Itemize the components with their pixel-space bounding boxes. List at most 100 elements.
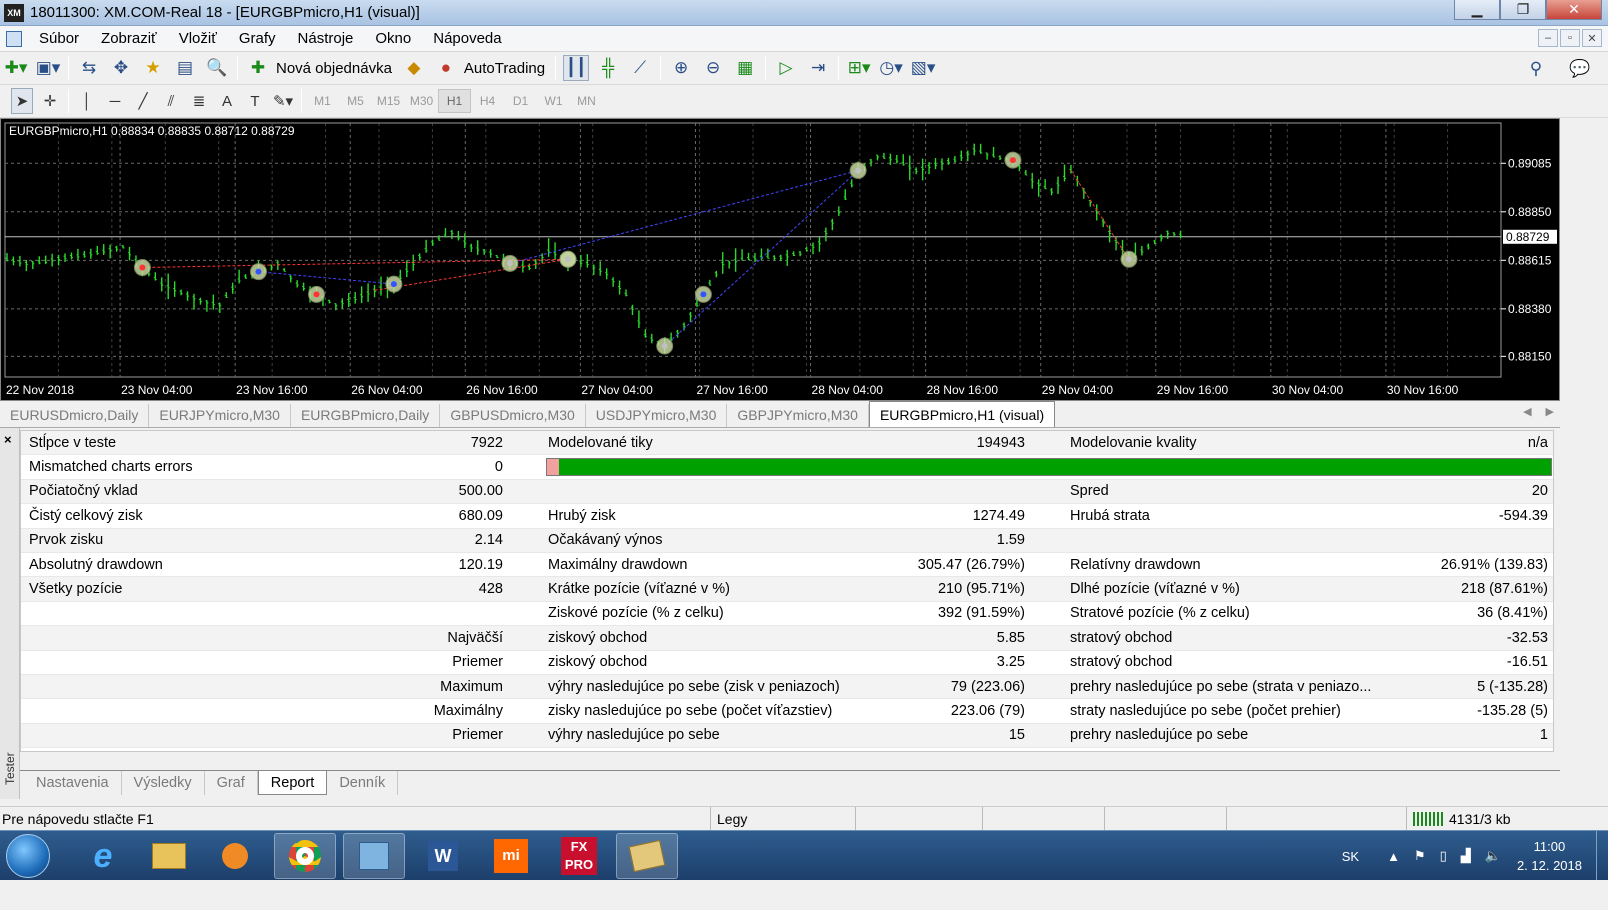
new-order-button[interactable]: Nová objednávka [276,60,392,77]
periods-icon[interactable]: ◷▾ [878,55,904,81]
equidistant-channel-icon[interactable]: ⫽ [160,88,182,114]
menu-view[interactable]: Zobraziť [90,30,168,47]
child-minimize-button[interactable]: ‒ [1538,29,1558,47]
show-hidden-icons-icon[interactable]: ▲ [1387,849,1400,864]
menu-file[interactable]: Súbor [28,30,90,47]
timeframe-h1[interactable]: H1 [438,89,471,113]
mismatch-segment [547,459,559,476]
timeframe-m1[interactable]: M1 [306,94,339,108]
device-icon[interactable]: ▯ [1440,848,1447,864]
tab-graph[interactable]: Graf [205,771,258,795]
vertical-line-icon[interactable]: │ [76,88,98,114]
menu-window[interactable]: Okno [364,30,422,47]
fibonacci-icon[interactable]: ≣ [188,88,210,114]
xiaomi-icon[interactable]: mi [480,833,542,879]
media-player-icon[interactable] [204,833,266,879]
text-label-icon[interactable]: T [244,88,266,114]
terminal-icon[interactable]: ▤ [172,55,198,81]
x-tick-label: 23 Nov 04:00 [121,383,193,397]
trendline-icon[interactable]: ╱ [132,88,154,114]
network-icon[interactable]: ▟ [1461,848,1471,864]
navigator-icon[interactable]: ★ [140,55,166,81]
profiles-icon[interactable]: ▣▾ [35,55,61,81]
file-explorer-icon[interactable] [138,833,200,879]
scroll-left-icon[interactable]: ◀ [1523,405,1531,418]
tile-windows-icon[interactable]: ▦ [732,55,758,81]
chat-icon[interactable]: 💬 [1567,56,1593,82]
report-value: Maximálny [433,702,503,719]
bar-chart-icon[interactable]: ┃┃ [563,55,590,81]
tab-settings[interactable]: Nastavenia [24,771,122,795]
chart-tab[interactable]: GBPJPYmicro,M30 [727,404,869,427]
crosshair-icon[interactable]: ✛ [39,88,61,114]
report-value: 1 [1539,727,1548,744]
word-icon[interactable]: W [412,833,474,879]
chart-shift-icon[interactable]: ⇥ [805,55,831,81]
chart-canvas[interactable]: 22 Nov 2018 23 Nov 04:00 23 Nov 16:00 26 No… [1,119,1559,400]
chart-tab-active[interactable]: EURGBPmicro,H1 (visual) [868,401,1056,427]
action-center-flag-icon[interactable]: ⚑ [1414,848,1426,864]
child-close-button[interactable]: ✕ [1582,29,1602,47]
search-icon[interactable]: ⚲ [1523,56,1549,82]
candlestick-icon[interactable]: ╬ [595,55,621,81]
text-icon[interactable]: A [216,88,238,114]
scroll-right-icon[interactable]: ▶ [1546,405,1554,418]
internet-explorer-icon[interactable]: e [72,833,134,879]
strategy-tester-icon[interactable]: 🔍 [204,55,230,81]
timeframe-h4[interactable]: H4 [471,94,504,108]
child-restore-button[interactable]: ▫ [1560,29,1580,47]
timeframe-mn[interactable]: MN [570,94,603,108]
line-chart-icon[interactable]: ⟋ [627,55,653,81]
indicators-icon[interactable]: ⊞▾ [846,55,872,81]
tab-report[interactable]: Report [257,771,328,795]
new-chart-icon[interactable]: ✚▾ [3,55,29,81]
autotrading-icon[interactable]: ● [433,55,459,81]
start-button[interactable] [6,834,50,878]
connection-status[interactable]: 4131/3 kb [1406,807,1556,831]
zoom-out-icon[interactable]: ⊖ [700,55,726,81]
templates-icon[interactable]: ▧▾ [910,55,936,81]
timeframe-d1[interactable]: D1 [504,94,537,108]
show-desktop-button[interactable] [1596,831,1608,881]
timeframe-m30[interactable]: M30 [405,94,438,108]
autotrading-button[interactable]: AutoTrading [464,60,545,77]
chrome-icon[interactable] [274,833,336,879]
tab-journal[interactable]: Denník [327,771,399,795]
maximize-button[interactable]: ❐ [1500,0,1546,20]
mt4-tester-icon[interactable] [616,833,678,879]
mt4-terminal-icon[interactable] [343,833,405,879]
volume-icon[interactable]: 🔈 [1485,848,1501,864]
language-indicator[interactable]: SK [1342,849,1359,864]
chart-tab[interactable]: EURGBPmicro,Daily [291,404,441,427]
cursor-icon[interactable]: ➤ [11,88,33,114]
clock[interactable]: 11:00 2. 12. 2018 [1517,837,1582,875]
market-watch-icon[interactable]: ⇆ [76,55,102,81]
tester-close-button[interactable]: × [4,432,12,447]
zoom-in-icon[interactable]: ⊕ [668,55,694,81]
minimize-button[interactable]: ▁ [1454,0,1500,20]
chart-tab[interactable]: GBPUSDmicro,M30 [440,404,586,427]
arrows-icon[interactable]: ✎▾ [272,88,294,114]
report-row: Maximum výhry nasledujúce po sebe (zisk v… [21,674,1553,700]
chart-tab[interactable]: USDJPYmicro,M30 [586,404,728,427]
document-icon[interactable] [6,30,22,47]
metaeditor-icon[interactable]: ◆ [401,55,427,81]
fxpro-icon[interactable]: FX PRO [548,833,610,879]
close-button[interactable]: ✕ [1546,0,1602,20]
timeframe-m5[interactable]: M5 [339,94,372,108]
price-chart[interactable]: 22 Nov 2018 23 Nov 04:00 23 Nov 16:00 26 No… [0,118,1560,401]
menu-insert[interactable]: Vložiť [168,30,228,47]
x-tick-label: 26 Nov 16:00 [466,383,538,397]
horizontal-line-icon[interactable]: ─ [104,88,126,114]
chart-tab[interactable]: EURJPYmicro,M30 [149,404,291,427]
tab-results[interactable]: Výsledky [122,771,205,795]
chart-tab[interactable]: EURUSDmicro,Daily [0,404,150,427]
data-window-icon[interactable]: ✥ [108,55,134,81]
timeframe-w1[interactable]: W1 [537,94,570,108]
autoscroll-icon[interactable]: ▷ [773,55,799,81]
menu-charts[interactable]: Grafy [228,30,287,47]
menu-help[interactable]: Nápoveda [422,30,512,47]
new-order-icon[interactable]: ✚ [245,55,271,81]
timeframe-m15[interactable]: M15 [372,94,405,108]
menu-tools[interactable]: Nástroje [287,30,365,47]
